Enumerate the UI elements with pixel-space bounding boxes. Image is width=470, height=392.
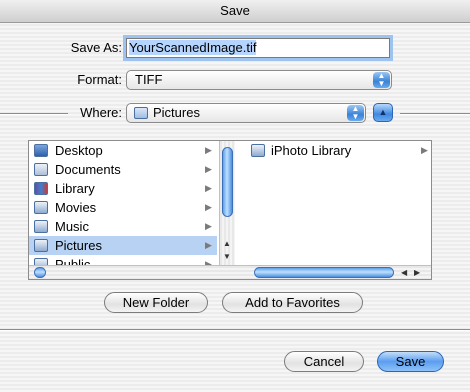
file-browser[interactable]: Desktop ▶ Documents ▶ Library ▶ Movies ▶… [28, 140, 432, 280]
expand-collapse-button[interactable]: ▲ [373, 103, 393, 122]
scroll-left-arrow-icon[interactable]: ◀ [401, 266, 407, 279]
public-folder-icon [34, 258, 48, 265]
where-popup[interactable]: Pictures ▲ ▼ [126, 103, 366, 123]
separator-right [400, 113, 470, 115]
separator-bottom [0, 329, 470, 331]
format-label: Format: [77, 72, 122, 87]
browser-column-2: iPhoto Library ▶ [235, 141, 431, 265]
sidebar-item-library[interactable]: Library ▶ [29, 179, 217, 198]
format-value: TIFF [135, 72, 163, 87]
list-item-label: Movies [55, 200, 97, 215]
sidebar-item-documents[interactable]: Documents ▶ [29, 160, 217, 179]
disclosure-arrow-icon: ▶ [205, 164, 212, 174]
list-item-label: iPhoto Library [271, 143, 352, 158]
disclosure-arrow-icon: ▶ [205, 145, 212, 155]
movies-folder-icon [34, 201, 48, 214]
horizontal-scrollbar[interactable]: ◀ ▶ [29, 265, 431, 279]
music-folder-icon [34, 220, 48, 233]
popup-arrows-icon: ▲ ▼ [347, 105, 364, 121]
separator-left [0, 113, 68, 115]
sidebar-item-desktop[interactable]: Desktop ▶ [29, 141, 217, 160]
disclosure-arrow-icon: ▶ [205, 183, 212, 193]
sidebar-item-pictures[interactable]: Pictures ▶ [29, 236, 217, 255]
list-item-label: Pictures [55, 238, 102, 253]
list-item-label: Public [55, 257, 91, 265]
list-item-label: Library [55, 181, 95, 196]
desktop-icon [34, 144, 48, 157]
pictures-folder-icon [34, 239, 48, 252]
pictures-folder-icon [134, 107, 148, 119]
save-as-field[interactable]: YourScannedImage.tif [126, 38, 390, 58]
documents-folder-icon [34, 163, 48, 176]
where-label: Where: [80, 105, 122, 120]
save-as-value: YourScannedImage.tif [129, 40, 257, 55]
window-title: Save [220, 3, 250, 18]
column-1-vertical-scrollbar[interactable]: ▲ ▼ [219, 141, 235, 265]
sidebar-item-music[interactable]: Music ▶ [29, 217, 217, 236]
list-item-label: Desktop [55, 143, 103, 158]
triangle-up-icon: ▲ [378, 107, 388, 117]
horizontal-scroll-thumb[interactable] [254, 267, 394, 278]
list-item-iphoto-library[interactable]: iPhoto Library ▶ [235, 141, 431, 160]
left-column-scroll-thumb[interactable] [34, 267, 46, 278]
sidebar-item-movies[interactable]: Movies ▶ [29, 198, 217, 217]
format-popup[interactable]: TIFF ▲ ▼ [126, 70, 392, 90]
sidebar-item-public[interactable]: Public ▶ [29, 255, 217, 265]
disclosure-arrow-icon: ▶ [205, 259, 212, 265]
disclosure-arrow-icon: ▶ [205, 240, 212, 250]
popup-arrows-icon: ▲ ▼ [373, 72, 390, 88]
scroll-up-arrow-icon[interactable]: ▲ [223, 239, 231, 248]
browser-column-1: Desktop ▶ Documents ▶ Library ▶ Movies ▶… [29, 141, 217, 265]
scroll-right-arrow-icon[interactable]: ▶ [414, 266, 420, 279]
list-item-label: Music [55, 219, 89, 234]
list-item-label: Documents [55, 162, 121, 177]
scroll-down-arrow-icon[interactable]: ▼ [223, 252, 231, 261]
where-value: Pictures [153, 105, 200, 120]
vertical-scroll-thumb[interactable] [222, 147, 233, 217]
new-folder-button[interactable]: New Folder [104, 292, 208, 313]
disclosure-arrow-icon: ▶ [421, 145, 428, 155]
folder-icon [251, 144, 265, 157]
disclosure-arrow-icon: ▶ [205, 221, 212, 231]
library-folder-icon [34, 182, 48, 195]
cancel-button[interactable]: Cancel [284, 351, 364, 372]
save-as-label: Save As: [70, 40, 122, 55]
add-to-favorites-button[interactable]: Add to Favorites [222, 292, 363, 313]
save-button[interactable]: Save [377, 351, 444, 372]
title-bar: Save [0, 0, 470, 23]
disclosure-arrow-icon: ▶ [205, 202, 212, 212]
